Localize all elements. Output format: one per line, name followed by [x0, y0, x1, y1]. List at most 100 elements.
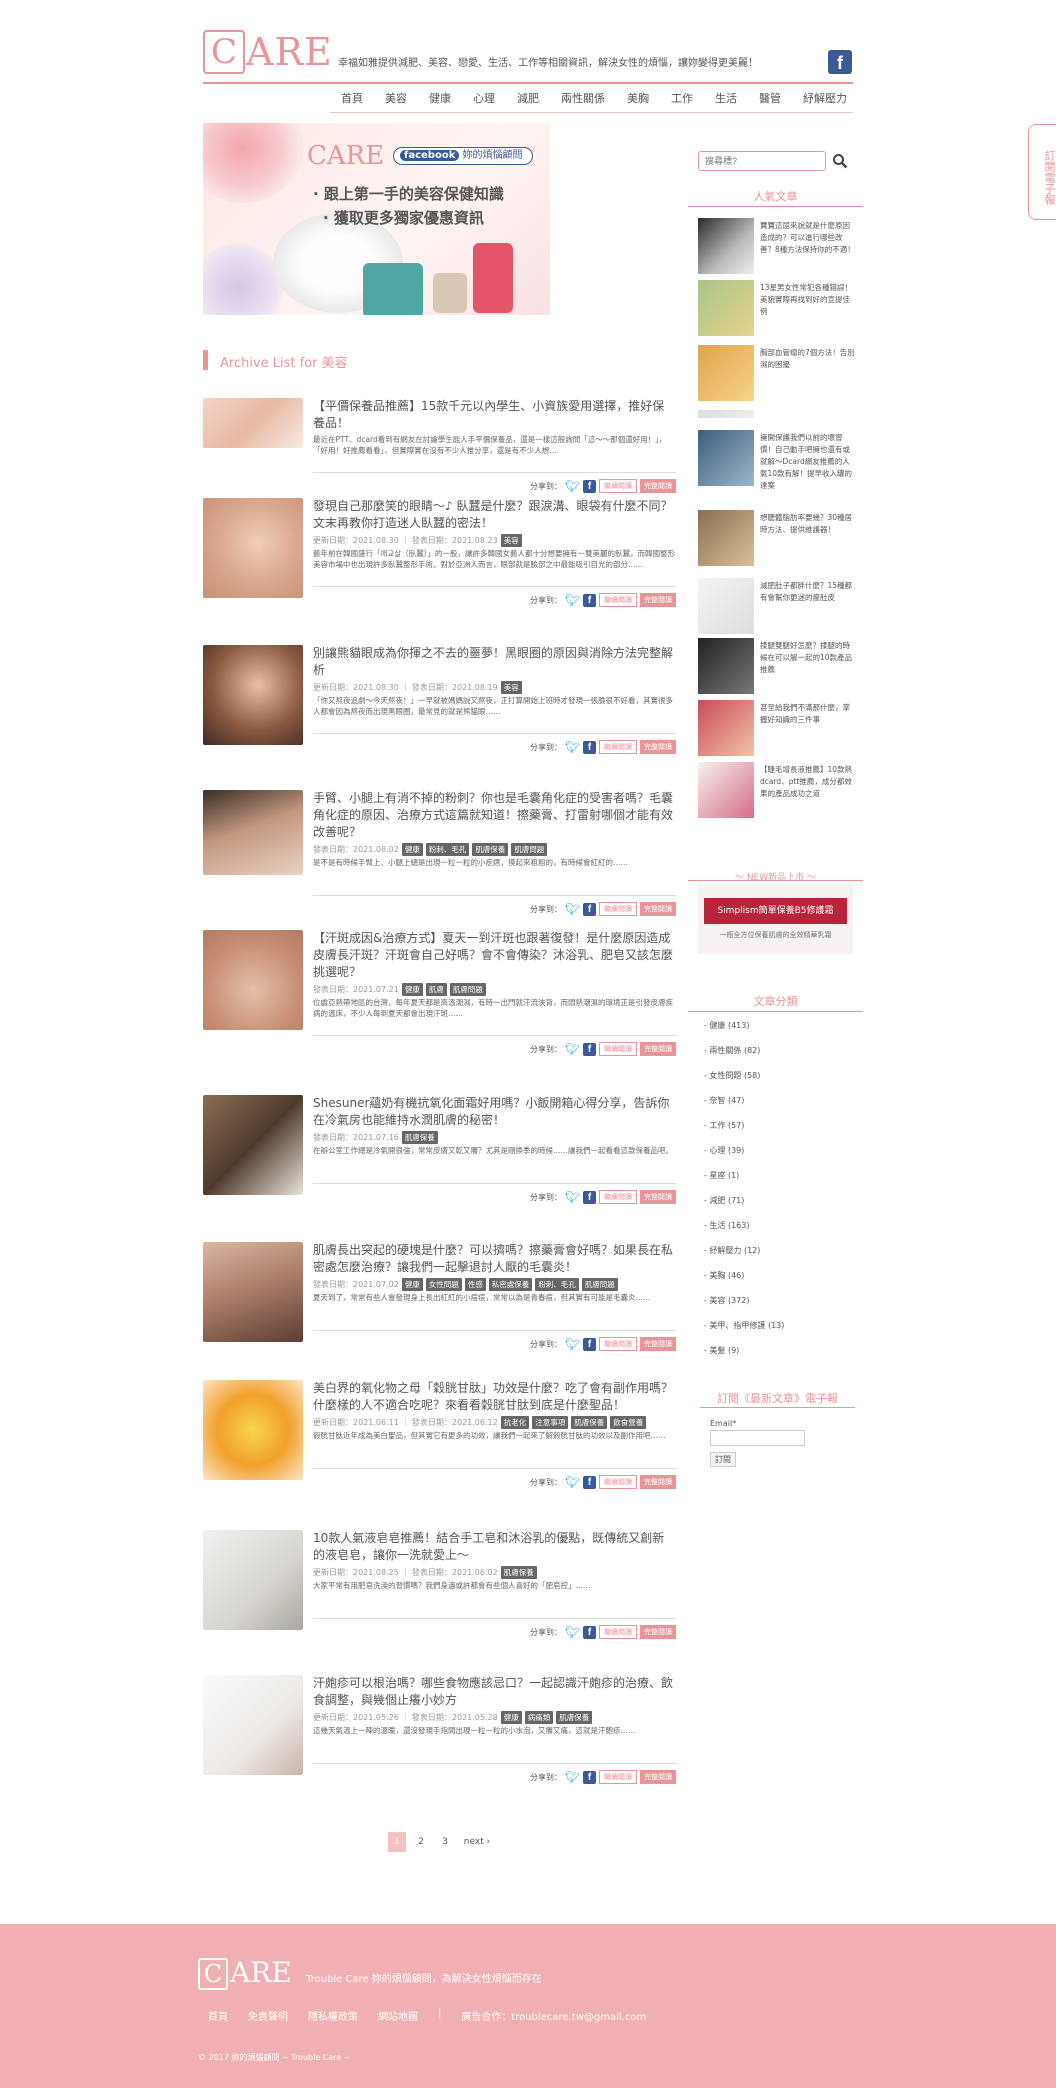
- twitter-icon[interactable]: 🐦︎: [565, 741, 580, 753]
- twitter-icon[interactable]: 🐦︎: [565, 1338, 580, 1350]
- category-link[interactable]: - 生活 (163): [704, 1220, 749, 1231]
- footer-link[interactable]: 首頁: [208, 2008, 228, 2023]
- post-tag[interactable]: 抗老化: [500, 1416, 530, 1429]
- post-tag[interactable]: 健康: [500, 1711, 522, 1724]
- popular-title[interactable]: 減肥肚子都胖什麼？15種都有會幫你更迷的瘦肚皮: [760, 580, 856, 604]
- popular-title[interactable]: 想聽體脂肪率要幾？30種居時方法、提供維護器！: [760, 512, 856, 536]
- popular-item[interactable]: [698, 410, 858, 418]
- full-read-button[interactable]: 完整閱讀: [640, 479, 676, 493]
- nav-item[interactable]: 紓解壓力: [792, 90, 858, 110]
- post-tag[interactable]: 肌膚保養: [571, 1416, 608, 1429]
- popular-thumbnail[interactable]: [698, 510, 754, 566]
- popular-item[interactable]: 【睫毛增長液推薦】10款熱dcard、ptt推薦，成分都效果的產品成功之道: [698, 762, 858, 818]
- post-tag[interactable]: 注意事項: [532, 1416, 569, 1429]
- twitter-icon[interactable]: 🐦︎: [565, 903, 580, 915]
- post-thumbnail[interactable]: [203, 645, 303, 745]
- post-tag[interactable]: 女性問題: [425, 1278, 462, 1291]
- facebook-share-icon[interactable]: f: [583, 1337, 596, 1351]
- full-read-button[interactable]: 完整閱讀: [640, 1625, 676, 1639]
- footer-logo-mark[interactable]: C: [198, 1958, 228, 1990]
- email-field[interactable]: [710, 1430, 805, 1446]
- post-title[interactable]: 肌膚長出突起的硬塊是什麼？可以擠嗎？擦藥膏會好嗎？如果長在私密處怎麼治療？讓我們…: [313, 1242, 676, 1276]
- facebook-share-icon[interactable]: f: [583, 479, 596, 493]
- nav-item[interactable]: 兩性關係: [550, 90, 616, 110]
- page-link[interactable]: 2: [412, 1832, 430, 1852]
- post-tag[interactable]: 美容: [500, 534, 522, 547]
- logo-c-mark[interactable]: C: [203, 30, 245, 74]
- page-link[interactable]: 3: [436, 1832, 454, 1852]
- post-title[interactable]: 手臂、小腿上有消不掉的粉刺？你也是毛囊角化症的受害者嗎？毛囊角化症的原因、治療方…: [313, 790, 676, 841]
- popular-item[interactable]: 揉腿雙腿好怎麼？揉腿的時候在可以解一起的10款產品推薦: [698, 638, 858, 694]
- twitter-icon[interactable]: 🐦︎: [565, 480, 580, 492]
- popular-item[interactable]: 減肥肚子都胖什麼？15種都有會幫你更迷的瘦肚皮: [698, 578, 858, 634]
- popular-item[interactable]: 擁開保護我們以前的壞習慣！自己動手吧擁也還有或就解～Dcard網友推薦的人氣10…: [698, 430, 858, 490]
- popular-thumbnail[interactable]: [698, 410, 754, 418]
- nav-item[interactable]: 美容: [374, 90, 418, 110]
- full-read-button[interactable]: 完整閱讀: [640, 1042, 676, 1056]
- twitter-icon[interactable]: 🐦︎: [565, 1771, 580, 1783]
- post-tag[interactable]: 健康: [401, 1278, 423, 1291]
- post-tag[interactable]: 肌膚問題: [581, 1278, 618, 1291]
- popular-title[interactable]: 13星男女性常犯各種錯誤！美貌實際再找到好的宣提佳例: [760, 282, 856, 318]
- facebook-banner[interactable]: CARE facebook 妳的煩惱顧問 · 跟上第一手的美容保健知識 · 獲取…: [203, 123, 550, 315]
- post-thumbnail[interactable]: [203, 398, 303, 448]
- popular-title[interactable]: 擁開保護我們以前的壞習慣！自己動手吧擁也還有或就解～Dcard網友推薦的人氣10…: [760, 432, 856, 492]
- full-read-button[interactable]: 完整閱讀: [640, 593, 676, 607]
- read-more-button[interactable]: 繼續閱讀: [599, 1042, 637, 1056]
- popular-thumbnail[interactable]: [698, 578, 754, 634]
- popular-thumbnail[interactable]: [698, 280, 754, 336]
- full-read-button[interactable]: 完整閱讀: [640, 1770, 676, 1784]
- post-tag[interactable]: 美容: [500, 681, 522, 694]
- post-thumbnail[interactable]: [203, 1675, 303, 1775]
- post-title[interactable]: 10款人氣液皂皂推薦！結合手工皂和沐浴乳的優點，既傳統又創新的液皂皂，讓你一洗就…: [313, 1530, 676, 1564]
- post-title[interactable]: 別讓熊貓眼成為你揮之不去的噩夢！黑眼圈的原因與消除方法完整解析: [313, 645, 676, 679]
- read-more-button[interactable]: 繼續閱讀: [599, 1190, 637, 1204]
- category-link[interactable]: - 紓解壓力 (12): [704, 1245, 760, 1256]
- popular-title[interactable]: 胸部血管瘤的7個方法！告別濕的困擾: [760, 347, 856, 371]
- new-product-ad[interactable]: Simplism簡單保養B5修護霜 一瓶全方位保養肌膚的全效精華乳霜: [698, 886, 853, 954]
- next-page-link[interactable]: next ›: [460, 1832, 494, 1852]
- category-link[interactable]: - 美甲、指甲修護 (13): [704, 1320, 784, 1331]
- category-link[interactable]: - 女性問題 (58): [704, 1070, 760, 1081]
- twitter-icon[interactable]: 🐦︎: [565, 1476, 580, 1488]
- subscribe-side-tab[interactable]: 訂閱電子報: [1028, 124, 1056, 220]
- category-link[interactable]: - 工作 (57): [704, 1120, 744, 1131]
- full-read-button[interactable]: 完整閱讀: [640, 1475, 676, 1489]
- post-tag[interactable]: 病痛類: [524, 1711, 554, 1724]
- category-link[interactable]: - 美胸 (46): [704, 1270, 744, 1281]
- subscribe-button[interactable]: 訂閱: [710, 1452, 736, 1467]
- popular-thumbnail[interactable]: [698, 638, 754, 694]
- post-title[interactable]: 發現自己那麼笑的眼睛～♪ 臥蠶是什麼？跟淚溝、眼袋有什麼不同？文末再教你打造迷人…: [313, 498, 676, 532]
- full-read-button[interactable]: 完整閱讀: [640, 1190, 676, 1204]
- popular-item[interactable]: 胸部血管瘤的7個方法！告別濕的困擾: [698, 345, 858, 401]
- read-more-button[interactable]: 繼續閱讀: [599, 1625, 637, 1639]
- category-link[interactable]: - 健康 (413): [704, 1020, 749, 1031]
- popular-item[interactable]: 想聽體脂肪率要幾？30種居時方法、提供維護器！: [698, 510, 858, 566]
- facebook-share-icon[interactable]: f: [583, 902, 596, 916]
- read-more-button[interactable]: 繼續閱讀: [599, 1770, 637, 1784]
- category-link[interactable]: - 奈智 (47): [704, 1095, 744, 1106]
- popular-item[interactable]: 甚至給我們不滿那什麼，掌握好知識的三件事: [698, 700, 858, 756]
- post-tag[interactable]: 肌膚保養: [401, 1131, 438, 1144]
- read-more-button[interactable]: 繼續閱讀: [599, 1475, 637, 1489]
- post-title[interactable]: 汗皰疹可以根治嗎？哪些食物應該忌口？一起認識汗皰疹的治療、飲食調整，與幾個止癢小…: [313, 1675, 676, 1709]
- twitter-icon[interactable]: 🐦︎: [565, 1191, 580, 1203]
- post-tag[interactable]: 肌膚保養: [500, 1566, 537, 1579]
- footer-link[interactable]: 隱私權政策: [308, 2008, 358, 2023]
- nav-item[interactable]: 心理: [462, 90, 506, 110]
- post-tag[interactable]: 性感: [464, 1278, 486, 1291]
- post-thumbnail[interactable]: [203, 1095, 303, 1195]
- post-tag[interactable]: 肌膚問題: [449, 983, 486, 996]
- category-link[interactable]: - 兩性關係 (82): [704, 1045, 760, 1056]
- popular-item[interactable]: 寶寶這屈來說就是什麼原因造成的？可以進行哪些改善？8種方法保持你的不適！: [698, 218, 858, 274]
- nav-item[interactable]: 工作: [660, 90, 704, 110]
- facebook-share-icon[interactable]: f: [583, 1625, 596, 1639]
- nav-item[interactable]: 生活: [704, 90, 748, 110]
- post-title[interactable]: Shesuner蘊奶有機抗氧化面霜好用嗎？小飯開箱心得分享，告訴你在冷氣房也能維…: [313, 1095, 676, 1129]
- twitter-icon[interactable]: 🐦︎: [565, 594, 580, 606]
- post-thumbnail[interactable]: [203, 790, 303, 875]
- popular-thumbnail[interactable]: [698, 345, 754, 401]
- category-link[interactable]: - 星座 (1): [704, 1170, 739, 1181]
- popular-title[interactable]: 甚至給我們不滿那什麼，掌握好知識的三件事: [760, 702, 856, 726]
- facebook-share-icon[interactable]: f: [583, 1475, 596, 1489]
